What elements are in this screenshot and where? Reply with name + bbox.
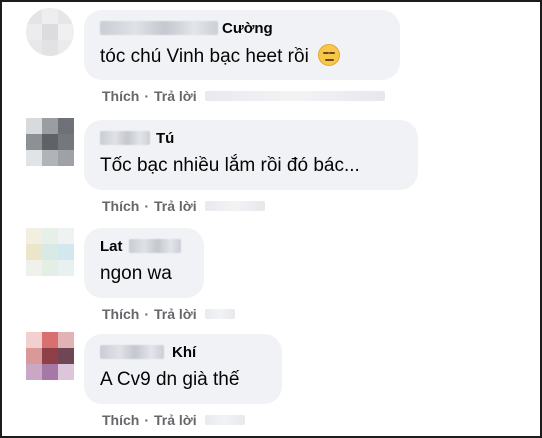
redacted-text [204, 201, 265, 211]
redacted-text [204, 415, 245, 425]
like-button[interactable]: Thích [102, 198, 139, 214]
comment-bubble: Lat ngon wa [84, 228, 204, 298]
comment-author[interactable]: Tú [156, 130, 174, 147]
redacted-text [204, 309, 235, 319]
avatar[interactable] [26, 332, 74, 380]
comment-author[interactable]: Cường [222, 20, 273, 37]
separator: · [144, 412, 150, 428]
comment-author[interactable]: Lat [100, 238, 123, 255]
comment-bubble: Cường tóc chú Vinh bạc heet rồi [84, 10, 400, 80]
comment-text: Tốc bạc nhiều lắm rồi đó bác... [100, 155, 360, 176]
comment-actions: Thích · Trả lời [102, 198, 265, 214]
comment-text: tóc chú Vinh bạc heet rồi [100, 44, 384, 69]
avatar[interactable] [26, 228, 74, 276]
like-button[interactable]: Thích [102, 306, 139, 322]
reply-button[interactable]: Trả lời [154, 306, 197, 322]
comment-bubble: Khí A Cv9 dn già thế [84, 334, 282, 404]
like-button[interactable]: Thích [102, 88, 139, 104]
redacted-name [128, 239, 181, 253]
redacted-name [100, 21, 218, 35]
comment-actions: Thích · Trả lời [102, 88, 385, 104]
redacted-text [204, 91, 385, 101]
reply-button[interactable]: Trả lời [154, 412, 197, 428]
expressionless-face-icon [318, 44, 341, 66]
comment-author[interactable]: Khí [172, 344, 196, 361]
separator: · [144, 198, 150, 214]
comment-bubble: Tú Tốc bạc nhiều lắm rồi đó bác... [84, 120, 418, 190]
redacted-name [100, 131, 150, 145]
comment-actions: Thích · Trả lời [102, 306, 235, 322]
like-button[interactable]: Thích [102, 412, 139, 428]
avatar[interactable] [26, 8, 74, 56]
comment-actions: Thích · Trả lời [102, 412, 245, 428]
redacted-name [100, 345, 164, 359]
comment-text: ngon wa [100, 263, 172, 284]
separator: · [144, 306, 150, 322]
reply-button[interactable]: Trả lời [154, 88, 197, 104]
comment-thread: Cường tóc chú Vinh bạc heet rồi Thích · … [0, 0, 542, 438]
avatar[interactable] [26, 118, 74, 166]
reply-button[interactable]: Trả lời [154, 198, 197, 214]
separator: · [144, 88, 150, 104]
comment-text: A Cv9 dn già thế [100, 369, 240, 390]
